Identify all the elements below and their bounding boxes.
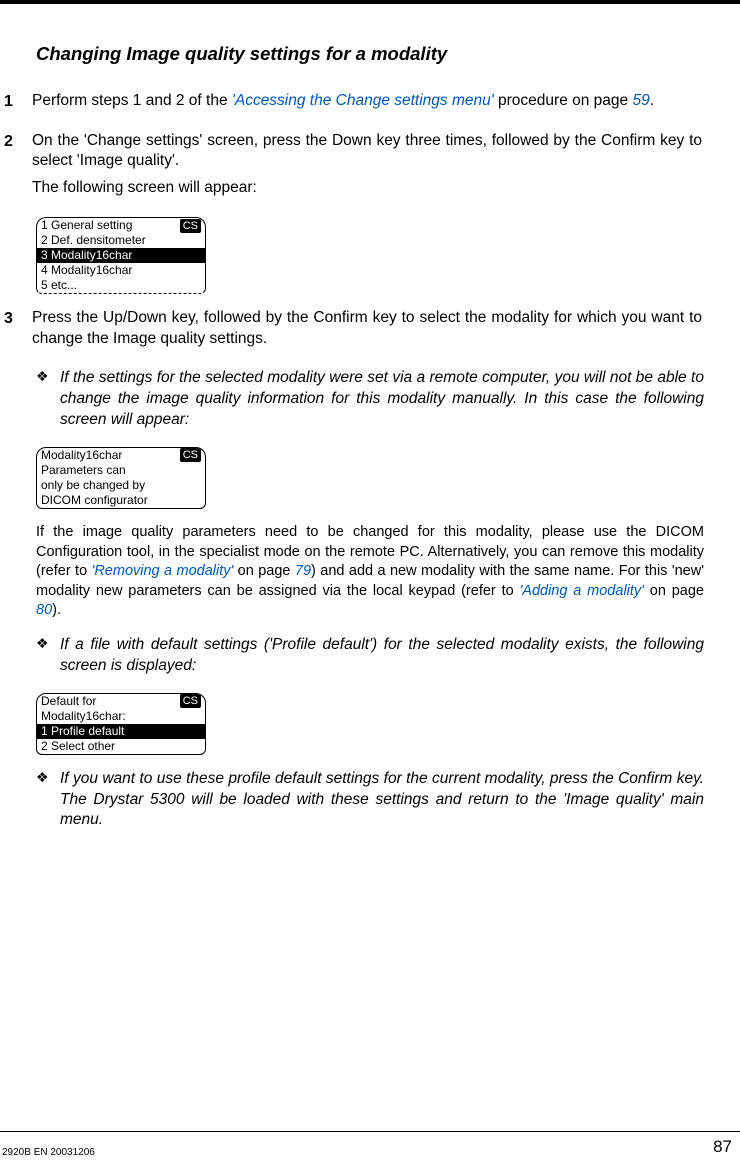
lcd-text: 1 General setting [41, 218, 132, 232]
text: On the 'Change settings' screen, press t… [32, 131, 702, 173]
lcd-row: CS 1 General setting [37, 218, 205, 233]
document-id: 2920B EN 20031206 [0, 1146, 95, 1160]
cross-ref-link[interactable]: 'Removing a modality' [92, 563, 234, 579]
diamond-bullet-icon: ❖ [36, 769, 60, 832]
lcd-text: Default for [41, 694, 96, 708]
text: on page [644, 583, 704, 599]
cross-ref-link[interactable]: 'Accessing the Change settings menu' [232, 92, 494, 109]
note-text: If a file with default settings ('Profil… [60, 635, 704, 677]
paragraph: If the image quality parameters need to … [36, 523, 704, 621]
cross-ref-link[interactable]: 'Adding a modality' [520, 583, 644, 599]
lcd-row: Parameters can [37, 463, 205, 478]
lcd-text: Modality16char [41, 448, 122, 462]
note: ❖ If the settings for the selected modal… [36, 368, 704, 431]
note-text: If you want to use these profile default… [60, 769, 704, 832]
step-body: Perform steps 1 and 2 of the 'Accessing … [32, 91, 704, 113]
diamond-bullet-icon: ❖ [36, 635, 60, 677]
lcd-row: only be changed by [37, 478, 205, 493]
step-2: 2 On the 'Change settings' screen, press… [4, 131, 704, 200]
section-heading: Changing Image quality settings for a mo… [36, 42, 720, 67]
text: ). [52, 602, 61, 618]
lcd-row-selected: 3 Modality16char [37, 248, 205, 263]
page-footer: 2920B EN 20031206 87 [0, 1131, 740, 1159]
lcd-screen-3: CS Default for Modality16char: 1 Profile… [36, 693, 206, 755]
page: Changing Image quality settings for a mo… [0, 0, 740, 1169]
lcd-row: Modality16char: [37, 709, 205, 724]
step-3: 3 Press the Up/Down key, followed by the… [4, 308, 704, 350]
step-body: On the 'Change settings' screen, press t… [32, 131, 704, 200]
cs-badge: CS [180, 694, 201, 708]
step-number: 2 [4, 131, 32, 200]
lcd-row: 5 etc... [37, 278, 205, 293]
step-number: 3 [4, 308, 32, 350]
lcd-row: 2 Def. densitometer [37, 233, 205, 248]
page-ref-link[interactable]: 80 [36, 602, 52, 618]
text: . [650, 92, 654, 109]
lcd-row: CS Default for [37, 694, 205, 709]
text: on page [233, 563, 295, 579]
page-ref-link[interactable]: 59 [632, 92, 649, 109]
lcd-screen-1: CS 1 General setting 2 Def. densitometer… [36, 217, 206, 294]
lcd-row: 4 Modality16char [37, 263, 205, 278]
lcd-frame: CS Default for Modality16char: 1 Profile… [36, 693, 206, 755]
text: procedure on page [494, 92, 633, 109]
cs-badge: CS [180, 219, 201, 233]
text: Press the Up/Down key, followed by the C… [32, 308, 702, 350]
diamond-bullet-icon: ❖ [36, 368, 60, 431]
note: ❖ If you want to use these profile defau… [36, 769, 704, 832]
lcd-row: 2 Select other [37, 739, 205, 754]
lcd-row: DICOM configurator [37, 493, 205, 508]
text: The following screen will appear: [32, 178, 702, 199]
page-number: 87 [713, 1136, 740, 1159]
note-text: If the settings for the selected modalit… [60, 368, 704, 431]
step-number: 1 [4, 91, 32, 113]
page-ref-link[interactable]: 79 [295, 563, 311, 579]
lcd-row: CS Modality16char [37, 448, 205, 463]
step-1: 1 Perform steps 1 and 2 of the 'Accessin… [4, 91, 704, 113]
note: ❖ If a file with default settings ('Prof… [36, 635, 704, 677]
step-body: Press the Up/Down key, followed by the C… [32, 308, 704, 350]
lcd-frame: CS 1 General setting 2 Def. densitometer… [36, 217, 206, 294]
lcd-screen-2: CS Modality16char Parameters can only be… [36, 447, 206, 509]
cs-badge: CS [180, 448, 201, 462]
lcd-frame: CS Modality16char Parameters can only be… [36, 447, 206, 509]
lcd-row-selected: 1 Profile default [37, 724, 205, 739]
text: Perform steps 1 and 2 of the [32, 92, 232, 109]
